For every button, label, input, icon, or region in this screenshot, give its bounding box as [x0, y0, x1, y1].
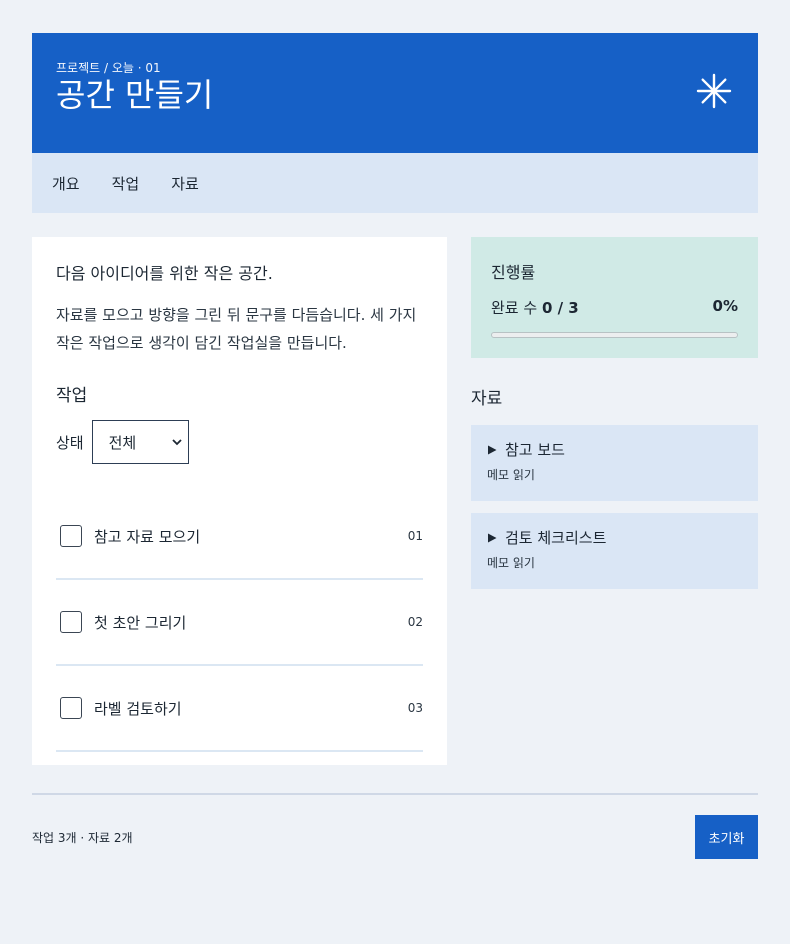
progress-percent: 0% [712, 297, 738, 315]
resource-header: 검토 체크리스트 [487, 527, 742, 548]
progress-bar [491, 332, 738, 338]
tasks-title: 작업 [56, 386, 88, 406]
resource-title: 검토 체크리스트 [505, 529, 607, 547]
breadcrumb: 프로젝트 / 오늘 · 01 [56, 61, 161, 75]
task-number: 03 [407, 701, 423, 715]
task-row[interactable]: 라벨 검토하기 03 [56, 666, 423, 752]
progress-count-value: 0 / 3 [541, 299, 579, 317]
page-header: 프로젝트 / 오늘 · 01 공간 만들기 [32, 33, 758, 153]
task-label: 첫 초안 그리기 [94, 613, 187, 632]
resource-item-reference-board[interactable]: 참고 보드 메모 읽기 [471, 425, 758, 501]
task-label: 참고 자료 모으기 [94, 527, 201, 546]
sidebar: 진행률 완료 수 0 / 3 0% 자료 참고 보드 메모 읽기 검토 체크리스… [471, 237, 758, 765]
resource-subtitle: 메모 읽기 [487, 556, 535, 570]
task-number: 02 [407, 615, 423, 629]
task-checkbox[interactable] [60, 697, 82, 719]
lead-text: 다음 아이디어를 위한 작은 공간. [56, 264, 273, 283]
page-title: 공간 만들기 [56, 76, 214, 114]
progress-count: 완료 수 0 / 3 [491, 297, 579, 318]
resource-header: 참고 보드 [487, 439, 742, 460]
task-label: 라벨 검토하기 [94, 699, 182, 718]
tab-tasks[interactable]: 작업 [112, 173, 140, 194]
task-number: 01 [407, 529, 423, 543]
progress-count-label: 완료 수 [491, 299, 542, 317]
resource-title: 참고 보드 [505, 441, 565, 459]
filter-label: 상태 [56, 433, 84, 452]
description-text: 자료를 모으고 방향을 그린 뒤 문구를 다듬습니다. 세 가지 작은 작업으로… [56, 306, 417, 352]
footer-divider [32, 793, 758, 795]
progress-title: 진행률 [491, 263, 536, 282]
app: 프로젝트 / 오늘 · 01 공간 만들기 개요 작업 자료 다음 아이디어를 … [32, 33, 758, 859]
task-checkbox[interactable] [60, 611, 82, 633]
asterisk-icon [696, 73, 732, 109]
resource-item-review-checklist[interactable]: 검토 체크리스트 메모 읽기 [471, 513, 758, 589]
footer: 작업 3개 · 자료 2개 초기화 [32, 815, 758, 859]
progress-card: 진행률 완료 수 0 / 3 0% [471, 237, 758, 358]
content: 다음 아이디어를 위한 작은 공간. 자료를 모으고 방향을 그린 뒤 문구를 … [32, 237, 758, 765]
resources-title: 자료 [471, 389, 503, 409]
resource-subtitle: 메모 읽기 [487, 468, 535, 482]
tab-overview[interactable]: 개요 [52, 173, 80, 194]
reset-button[interactable]: 초기화 [695, 815, 758, 859]
filter-row: 상태 전체 [56, 420, 423, 464]
task-row[interactable]: 참고 자료 모으기 01 [56, 494, 423, 580]
tab-bar: 개요 작업 자료 [32, 153, 758, 213]
main-card: 다음 아이디어를 위한 작은 공간. 자료를 모으고 방향을 그린 뒤 문구를 … [32, 237, 447, 765]
status-select[interactable]: 전체 [91, 420, 189, 464]
tab-resources[interactable]: 자료 [171, 173, 199, 194]
status-select-value: 전체 [108, 433, 137, 452]
task-checkbox[interactable] [60, 525, 82, 547]
triangle-right-icon [488, 445, 497, 454]
progress-row: 완료 수 0 / 3 0% [491, 297, 738, 318]
task-row[interactable]: 첫 초안 그리기 02 [56, 580, 423, 666]
chevron-down-icon [171, 439, 182, 446]
footer-summary: 작업 3개 · 자료 2개 [32, 830, 133, 845]
triangle-right-icon [488, 533, 497, 542]
